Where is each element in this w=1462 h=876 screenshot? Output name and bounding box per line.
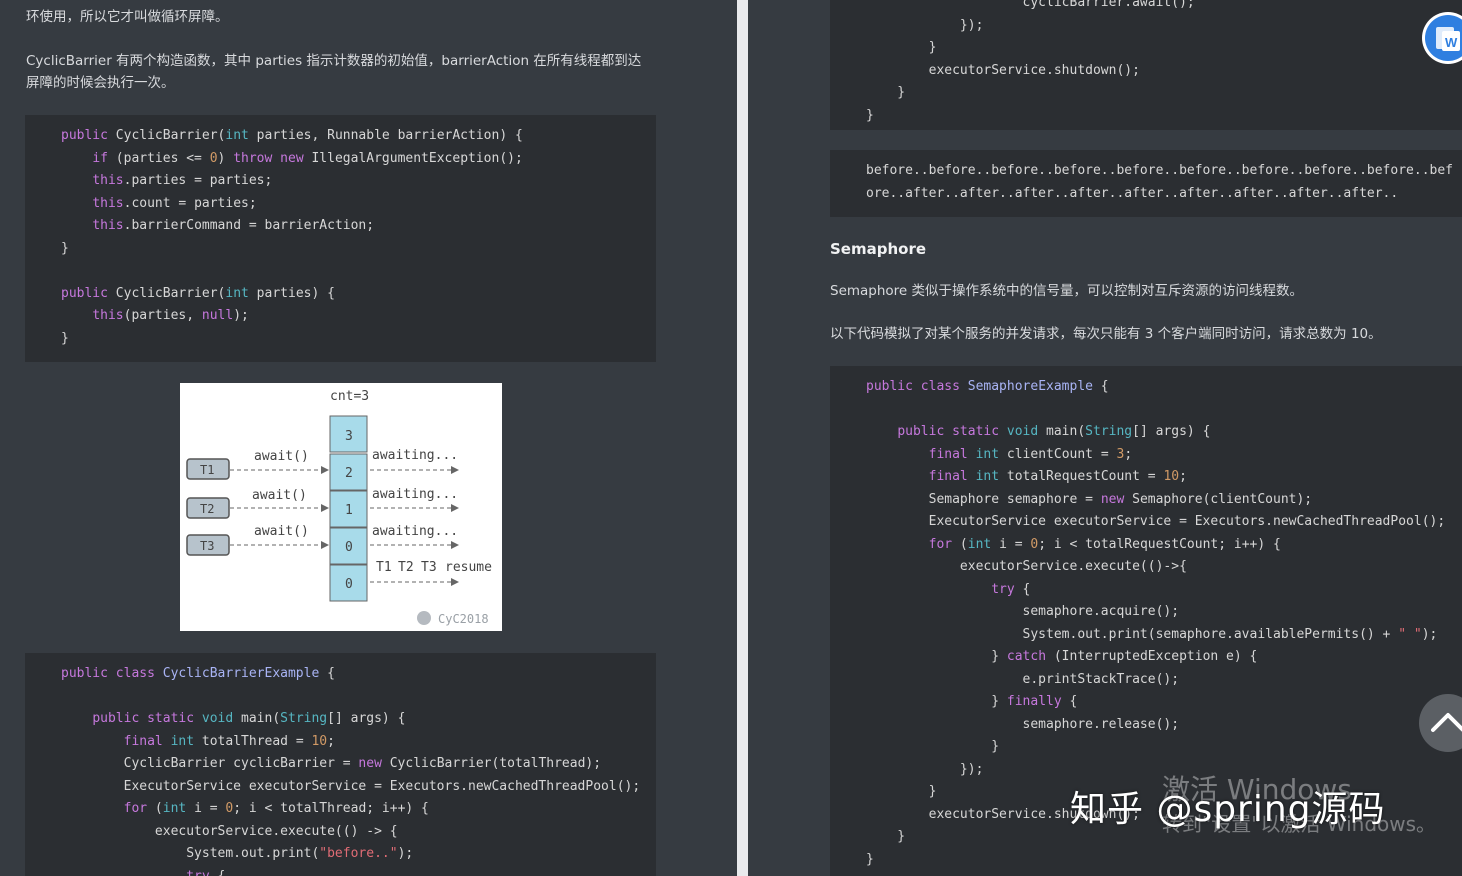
counter-cell: 1 xyxy=(345,503,353,518)
await-label: await() xyxy=(252,488,307,503)
thread-label: T1 xyxy=(200,463,214,477)
github-cat-icon xyxy=(417,611,431,625)
semaphore-example-description: 以下代码模拟了对某个服务的并发请求，每次只能有 3 个客户端同时访问，请求总数为… xyxy=(830,326,1382,342)
panel-divider[interactable] xyxy=(737,0,748,876)
chevron-up-icon xyxy=(1431,713,1462,732)
word-icon-letter: W xyxy=(1445,35,1458,50)
cyclic-barrier-example-code[interactable]: public class CyclicBarrierExample { publ… xyxy=(25,653,656,876)
cyclic-barrier-code-tail[interactable]: cyclicBarrier.await(); }); } executorSer… xyxy=(830,0,1462,130)
awaiting-label: awaiting... xyxy=(372,524,458,539)
cyclic-barrier-diagram: cnt=3 3 2 1 0 0 T1 T2 T3 await() await()… xyxy=(180,383,502,631)
intro-text: 环使用，所以它才叫做循环屏障。 xyxy=(26,9,229,25)
left-article-panel: 环使用，所以它才叫做循环屏障。 CyclicBarrier 有两个构造函数，其中… xyxy=(0,0,737,876)
right-article-panel: cyclicBarrier.await(); }); } executorSer… xyxy=(748,0,1462,876)
constructor-description: CyclicBarrier 有两个构造函数，其中 parties 指示计数器的初… xyxy=(26,53,642,91)
counter-cell: 0 xyxy=(345,577,353,592)
word-export-icon[interactable]: W xyxy=(1425,15,1462,61)
resume-label: resume xyxy=(445,560,492,575)
constructor-code-block[interactable]: public CyclicBarrier(int parties, Runnab… xyxy=(25,115,656,362)
thread-label: T3 xyxy=(200,539,214,553)
counter-cell: 2 xyxy=(345,466,353,481)
semaphore-description: Semaphore 类似于操作系统中的信号量，可以控制对互斥资源的访问线程数。 xyxy=(830,283,1304,299)
awaiting-label: awaiting... xyxy=(372,487,458,502)
awaiting-label: awaiting... xyxy=(372,448,458,463)
zhihu-watermark: 知乎 @spring源码 xyxy=(1070,789,1386,830)
output-line: ore..after..after..after..after..after..… xyxy=(866,185,1399,201)
output-code-block[interactable]: before..before..before..before..before..… xyxy=(830,150,1462,217)
await-label: await() xyxy=(254,449,309,464)
resume-thread-label: T1 xyxy=(376,560,392,575)
resume-thread-label: T2 xyxy=(398,560,414,575)
await-label: await() xyxy=(254,524,309,539)
output-line: before..before..before..before..before..… xyxy=(866,163,1453,178)
semaphore-heading: Semaphore xyxy=(830,240,927,258)
diagram-watermark: CyC2018 xyxy=(438,612,489,626)
counter-label: cnt=3 xyxy=(330,389,369,404)
counter-cell: 0 xyxy=(345,540,353,555)
resume-thread-label: T3 xyxy=(421,560,437,575)
counter-cell: 3 xyxy=(345,429,353,444)
back-to-top-button[interactable] xyxy=(1419,694,1462,752)
thread-label: T2 xyxy=(200,502,214,516)
